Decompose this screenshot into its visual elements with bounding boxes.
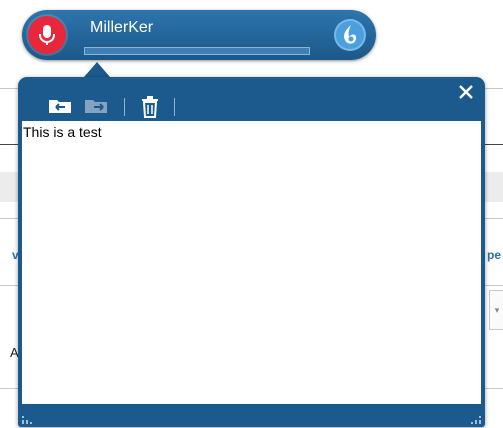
dictation-box: [18, 77, 485, 427]
trash-icon: [142, 96, 158, 118]
bg-dropdown[interactable]: ▾: [489, 290, 503, 330]
bg-rule-right: [485, 218, 503, 219]
bg-top-rule: [0, 88, 18, 89]
dictation-box-pointer: [84, 62, 110, 77]
bg-rule: [0, 285, 18, 286]
bg-rule-right: [485, 144, 503, 145]
dictation-text-area[interactable]: [22, 121, 481, 404]
transfer-button[interactable]: [47, 96, 75, 116]
transfer-disabled-button[interactable]: [83, 96, 111, 116]
microphone-button[interactable]: [28, 16, 66, 54]
microphone-icon: [39, 25, 55, 45]
clear-button[interactable]: [139, 95, 161, 119]
bg-rule-right: [485, 285, 503, 286]
resize-grip-right-icon[interactable]: [471, 414, 481, 424]
close-icon: [459, 85, 473, 99]
dragon-flame-icon: [344, 25, 357, 44]
volume-level-meter: [84, 47, 310, 55]
toolbar-separator: [124, 98, 125, 116]
dragon-menu-button[interactable]: [334, 19, 366, 51]
voice-bar[interactable]: MillerKer: [22, 10, 376, 60]
transfer-icon: [49, 100, 71, 113]
bg-rule: [0, 144, 18, 145]
transfer-disabled-icon: [85, 100, 107, 113]
user-profile-name: MillerKer: [90, 19, 154, 36]
resize-grip-left-icon[interactable]: [22, 414, 32, 424]
bg-rule: [0, 218, 18, 219]
bg-rule: [0, 388, 18, 389]
bg-header-band-right: [485, 172, 503, 202]
bg-header-band: [0, 172, 18, 202]
close-button[interactable]: [455, 81, 477, 103]
bg-rule-right: [485, 388, 503, 389]
bg-top-rule-right: [485, 88, 503, 89]
bg-link-fragment-right[interactable]: pe: [487, 248, 501, 262]
toolbar-separator: [174, 98, 175, 116]
